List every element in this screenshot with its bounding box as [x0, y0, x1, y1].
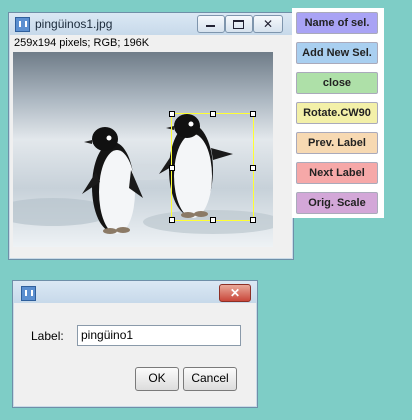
close-button[interactable]: close	[296, 72, 378, 94]
label-caption: Label:	[31, 329, 64, 343]
roi-handle[interactable]	[250, 217, 256, 223]
roi-handle[interactable]	[210, 111, 216, 117]
maximize-icon	[233, 20, 244, 29]
roi-handle[interactable]	[169, 111, 175, 117]
image-canvas[interactable]	[13, 52, 273, 247]
imagej-icon	[21, 286, 36, 301]
ok-button[interactable]: OK	[135, 367, 179, 391]
image-window-titlebar[interactable]: pingüinos1.jpg ✕	[9, 13, 293, 35]
maximize-button[interactable]	[225, 15, 253, 33]
minimize-button[interactable]	[197, 15, 225, 33]
roi-handle[interactable]	[169, 217, 175, 223]
image-window-title: pingüinos1.jpg	[35, 17, 113, 31]
selection-rectangle[interactable]	[169, 111, 256, 223]
label-dialog: ✕ Label: pingüino1 OK Cancel	[12, 280, 258, 408]
image-window: pingüinos1.jpg ✕ 259x194 pixels; RGB; 19…	[8, 12, 294, 260]
roi-handle[interactable]	[250, 111, 256, 117]
cancel-button[interactable]: Cancel	[183, 367, 237, 391]
orig-scale-button[interactable]: Orig. Scale	[296, 192, 378, 214]
close-icon: ✕	[263, 17, 274, 31]
roi-handle[interactable]	[210, 217, 216, 223]
close-window-button[interactable]: ✕	[253, 15, 283, 33]
add-new-selection-button[interactable]: Add New Sel.	[296, 42, 378, 64]
image-info: 259x194 pixels; RGB; 196K	[14, 37, 150, 49]
dialog-close-button[interactable]: ✕	[219, 284, 251, 302]
dialog-titlebar[interactable]: ✕	[13, 281, 257, 303]
label-input[interactable]: pingüino1	[77, 325, 241, 346]
next-label-button[interactable]: Next Label	[296, 162, 378, 184]
roi-handle[interactable]	[250, 165, 256, 171]
rotate-cw90-button[interactable]: Rotate.CW90	[296, 102, 378, 124]
minimize-icon	[206, 25, 215, 27]
roi-handle[interactable]	[169, 165, 175, 171]
side-button-panel: Name of sel. Add New Sel. close Rotate.C…	[292, 8, 384, 218]
imagej-icon	[15, 17, 30, 32]
name-of-selection-button[interactable]: Name of sel.	[296, 12, 378, 34]
close-icon: ✕	[230, 286, 241, 300]
prev-label-button[interactable]: Prev. Label	[296, 132, 378, 154]
